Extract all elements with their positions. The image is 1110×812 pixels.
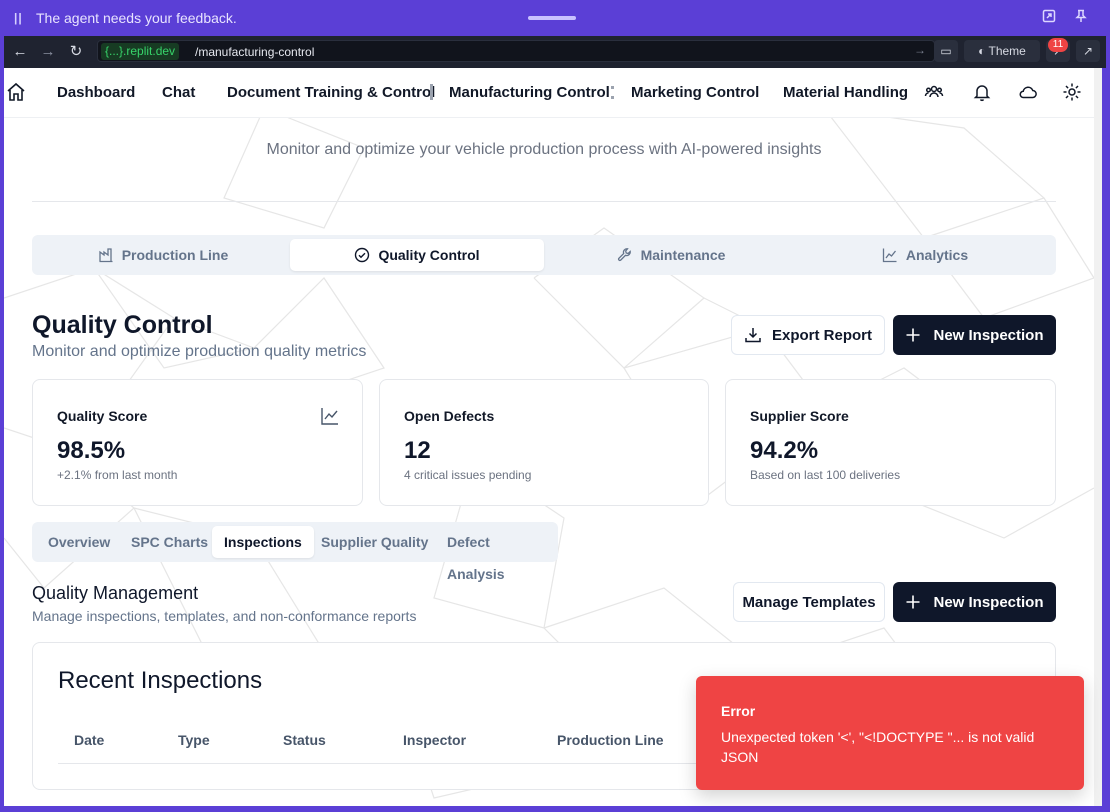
page-scrollbar[interactable] — [1094, 68, 1102, 806]
column-header-production-line: Production Line — [557, 732, 664, 748]
open-external-icon[interactable]: ↗ — [1076, 40, 1100, 62]
section-subtitle: Monitor and optimize production quality … — [32, 343, 367, 360]
pause-icon[interactable]: || — [14, 11, 23, 25]
download-icon — [745, 328, 761, 343]
agent-message: The agent needs your feedback. — [36, 10, 237, 26]
nav-divider-dot — [611, 96, 614, 99]
reload-icon[interactable]: ↻ — [66, 42, 86, 62]
plus-icon — [906, 595, 920, 609]
home-icon[interactable] — [6, 82, 26, 102]
card-subtext: Based on last 100 deliveries — [750, 468, 901, 482]
drag-handle[interactable] — [528, 16, 576, 20]
export-report-button[interactable]: Export Report — [731, 315, 885, 355]
management-subtitle: Manage inspections, templates, and non-c… — [32, 608, 417, 624]
recent-inspections-title: Recent Inspections — [58, 667, 263, 694]
url-path: /manufacturing-control — [195, 45, 315, 59]
manage-templates-button[interactable]: Manage Templates — [733, 582, 885, 622]
pin-icon[interactable] — [1072, 9, 1090, 27]
subtab-inspections[interactable]: Inspections — [212, 526, 314, 558]
tab-label: Analytics — [905, 247, 969, 263]
nav-marketing-control[interactable]: Marketing Control — [631, 84, 759, 101]
url-domain: {...}.replit.dev — [101, 43, 180, 60]
subtab-supplier-quality[interactable]: Supplier Quality — [309, 526, 440, 558]
line-chart-icon — [321, 408, 338, 425]
nav-chat[interactable]: Chat — [162, 84, 195, 101]
card-value: 12 — [404, 437, 431, 464]
tab-production-line[interactable]: Production Line — [36, 239, 290, 271]
subtab-defect-analysis[interactable]: Defect Analysis — [435, 526, 558, 582]
export-report-label: Export Report — [771, 326, 872, 344]
check-circle-icon — [355, 247, 370, 263]
card-subtext: +2.1% from last month — [57, 468, 178, 482]
users-icon[interactable] — [924, 82, 944, 102]
card-value: 98.5% — [57, 437, 126, 464]
column-header-type: Type — [178, 732, 210, 748]
agent-feedback-bar: || The agent needs your feedback. — [0, 0, 1110, 36]
column-header-inspector: Inspector — [403, 732, 467, 748]
column-header-date: Date — [74, 732, 105, 748]
nav-document-training[interactable]: Document Training & Control — [227, 84, 435, 101]
card-title: Supplier Score — [750, 408, 849, 424]
cloud-icon[interactable] — [1018, 82, 1038, 102]
card-subtext: 4 critical issues pending — [404, 468, 532, 482]
quality-score-card: Quality Score 98.5% +2.1% from last mont… — [32, 379, 363, 506]
divider — [32, 201, 1056, 202]
bell-icon[interactable] — [972, 82, 992, 102]
new-inspection-button-2[interactable]: New Inspection — [893, 582, 1056, 622]
toast-message: Unexpected token '<', "<!DOCTYPE "... is… — [721, 729, 1035, 765]
toast-title: Error — [721, 703, 756, 719]
management-title: Quality Management — [32, 583, 199, 603]
card-value: 94.2% — [750, 437, 819, 464]
line-chart-icon — [882, 248, 897, 263]
wrench-icon — [617, 248, 631, 262]
tab-maintenance[interactable]: Maintenance — [544, 239, 798, 271]
devices-icon[interactable]: ▭ — [934, 40, 958, 62]
tab-quality-control[interactable]: Quality Control — [290, 239, 544, 271]
nav-material-handling[interactable]: Material Handling — [783, 84, 908, 101]
forward-icon[interactable]: → — [38, 42, 58, 62]
nav-divider — [430, 84, 433, 100]
card-title: Quality Score — [57, 408, 148, 424]
tab-label: Production Line — [121, 247, 229, 263]
page-subtitle: Monitor and optimize your vehicle produc… — [266, 141, 822, 158]
nav-divider-dot — [611, 86, 614, 89]
open-defects-card: Open Defects 12 4 critical issues pendin… — [379, 379, 709, 506]
palette-icon: ◐ — [978, 44, 986, 58]
card-title: Open Defects — [404, 408, 495, 424]
go-arrow-icon[interactable]: → — [914, 43, 926, 57]
notification-badge: 11 — [1048, 38, 1068, 52]
nav-manufacturing-control[interactable]: Manufacturing Control — [449, 84, 610, 101]
theme-label: Theme — [988, 44, 1026, 58]
column-header-status: Status — [283, 732, 326, 748]
new-inspection-label: New Inspection — [933, 326, 1044, 344]
manage-templates-label: Manage Templates — [742, 593, 876, 611]
section-title: Quality Control — [32, 311, 213, 339]
back-icon[interactable]: ← — [10, 42, 30, 62]
main-navigation: Dashboard Chat Document Training & Contr… — [4, 68, 1102, 118]
plus-icon — [906, 328, 920, 342]
address-bar[interactable]: {...}.replit.dev /manufacturing-control … — [97, 40, 935, 62]
main-tabs: Production Line Quality Control Maintena… — [32, 235, 1056, 275]
expand-icon[interactable] — [1040, 9, 1058, 27]
error-toast[interactable]: Error Unexpected token '<', "<!DOCTYPE "… — [696, 676, 1084, 790]
new-inspection-label: New Inspection — [933, 593, 1044, 611]
subtab-overview[interactable]: Overview — [36, 526, 122, 558]
supplier-score-card: Supplier Score 94.2% Based on last 100 d… — [725, 379, 1056, 506]
theme-button[interactable]: ◐ Theme — [964, 40, 1040, 62]
browser-toolbar: ← → ↻ {...}.replit.dev /manufacturing-co… — [4, 36, 1106, 68]
tab-label: Quality Control — [378, 247, 480, 263]
tab-label: Maintenance — [640, 247, 726, 263]
subtab-spc-charts[interactable]: SPC Charts — [119, 526, 220, 558]
tab-analytics[interactable]: Analytics — [798, 239, 1052, 271]
nav-dashboard[interactable]: Dashboard — [57, 84, 135, 101]
new-inspection-button[interactable]: New Inspection — [893, 315, 1056, 355]
quality-subtabs: Overview SPC Charts Inspections Supplier… — [32, 522, 558, 582]
gear-icon[interactable] — [1062, 82, 1082, 102]
factory-icon — [99, 248, 113, 263]
